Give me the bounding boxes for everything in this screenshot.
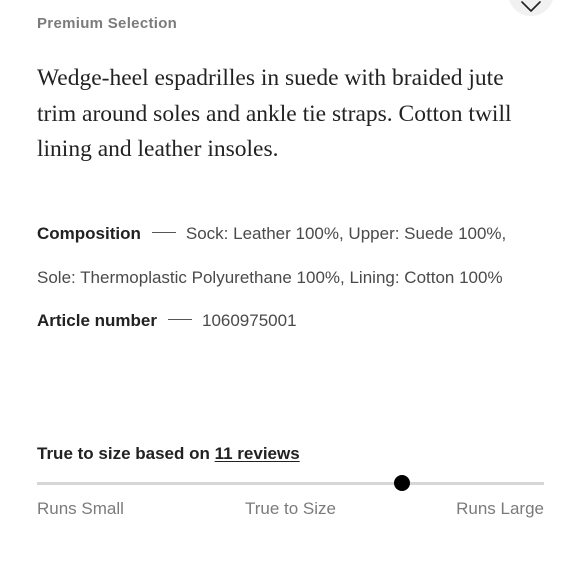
favorite-button[interactable] xyxy=(508,0,554,16)
fit-indicator xyxy=(394,475,411,491)
fit-scale-track xyxy=(37,475,544,491)
true-to-size-label: True to Size xyxy=(244,499,337,518)
fit-heading: True to size based on 11 reviews xyxy=(37,444,300,464)
fit-heading-text: True to size based on xyxy=(37,444,210,463)
runs-large-label: Runs Large xyxy=(456,499,544,518)
composition-label: Composition xyxy=(37,224,141,243)
spec-dash xyxy=(167,319,192,321)
article-number-value: 1060975001 xyxy=(201,311,297,330)
runs-small-label: Runs Small xyxy=(37,499,124,518)
product-description: Wedge-heel espadrilles in suede with bra… xyxy=(37,65,512,162)
product-specs: Composition Sock: Leather 100%, Upper: Su… xyxy=(37,212,547,343)
heart-outline-icon xyxy=(521,1,541,12)
article-number-row: Article number 1060975001 xyxy=(37,299,547,343)
reviews-link[interactable]: 11 reviews xyxy=(215,444,300,463)
article-number-label: Article number xyxy=(37,311,157,330)
spec-dash xyxy=(151,232,176,234)
fit-scale-labels: Runs Small True to Size Runs Large xyxy=(37,499,544,523)
composition-row: Composition Sock: Leather 100%, Upper: Su… xyxy=(37,212,547,299)
section-eyebrow: Premium Selection xyxy=(37,15,178,32)
